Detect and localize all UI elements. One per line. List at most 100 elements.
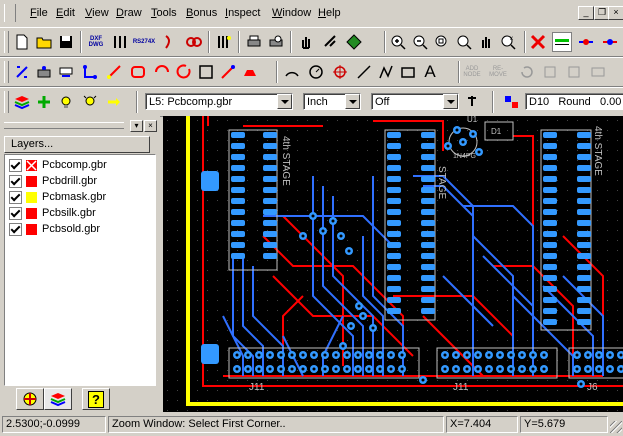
snap-settings-button[interactable] <box>462 92 482 112</box>
layer-bar-button[interactable] <box>552 32 572 52</box>
pcb-canvas[interactable]: 4th STAGE STAGE 4th STAGE J11 J11 J6 U1 … <box>163 116 623 412</box>
pan-button[interactable] <box>296 32 316 52</box>
dxf-import-button[interactable]: DXF DWG <box>86 32 106 52</box>
ic-pad <box>543 275 557 281</box>
chevron-down-icon[interactable] <box>443 94 458 109</box>
layer-visible-checkbox[interactable] <box>9 158 22 172</box>
line-tool-button[interactable] <box>354 62 374 82</box>
save-button[interactable] <box>56 32 76 52</box>
layer-visible-checkbox[interactable] <box>9 206 22 220</box>
mirror-button[interactable] <box>56 62 76 82</box>
square-button[interactable] <box>196 62 216 82</box>
circle-button[interactable] <box>174 62 194 82</box>
arc-button[interactable] <box>152 62 172 82</box>
aperture-button[interactable] <box>214 32 234 52</box>
rectangle-button[interactable] <box>398 62 418 82</box>
connect-button[interactable] <box>80 62 100 82</box>
polyline-button[interactable] <box>376 62 396 82</box>
redo-button[interactable] <box>540 62 560 82</box>
export-button[interactable] <box>184 32 204 52</box>
snap-select[interactable]: Off <box>371 93 459 110</box>
polygon-button[interactable] <box>240 62 260 82</box>
layer-color-swatch[interactable] <box>26 159 37 171</box>
menu-draw[interactable]: Draw <box>116 7 142 19</box>
minimize-button[interactable]: _ <box>578 6 594 20</box>
layer-color-swatch[interactable] <box>26 207 37 219</box>
flash-button[interactable] <box>218 62 238 82</box>
zoom-special-button[interactable]: x <box>498 32 518 52</box>
layers-header[interactable]: Layers... <box>4 136 150 153</box>
select-button[interactable] <box>12 62 32 82</box>
print-preview-button[interactable] <box>266 32 286 52</box>
pcb-drawing[interactable]: 4th STAGE STAGE 4th STAGE J11 J11 J6 U1 … <box>163 116 623 412</box>
move-button[interactable] <box>34 62 54 82</box>
layers-button[interactable] <box>12 92 32 112</box>
layer-row-pcbmask[interactable]: Pcbmask.gbr <box>9 189 106 205</box>
menu-help[interactable]: Help <box>318 7 341 19</box>
via-hole <box>246 353 250 357</box>
close-button[interactable]: × <box>608 6 623 20</box>
menu-bonus[interactable]: Bonus <box>186 7 217 19</box>
rs274x-button[interactable]: RS274X <box>133 32 155 52</box>
text-button[interactable]: A <box>420 62 440 82</box>
new-button[interactable] <box>12 32 32 52</box>
layers-stack-tab[interactable] <box>44 388 72 410</box>
layer-visible-checkbox[interactable] <box>9 174 22 188</box>
zoom-window-button[interactable] <box>432 32 452 52</box>
add-layer-button[interactable] <box>34 92 54 112</box>
menu-window[interactable]: Window <box>272 7 311 19</box>
menu-view[interactable]: View <box>85 7 109 19</box>
next-layer-button[interactable] <box>104 92 124 112</box>
dcode-display[interactable]: D10 Round 0.00 <box>525 93 623 110</box>
import-button[interactable] <box>160 32 180 52</box>
arc-ccw-button[interactable] <box>282 62 302 82</box>
layer-row-pcbsold[interactable]: Pcbsold.gbr <box>9 221 100 237</box>
rotate-button[interactable] <box>320 32 340 52</box>
layer-row-pcbcomp[interactable]: Pcbcomp.gbr <box>9 157 107 173</box>
chevron-down-icon[interactable] <box>277 94 292 109</box>
highlight-button[interactable] <box>56 92 76 112</box>
tool-b-button[interactable] <box>588 62 608 82</box>
draw-rect-button[interactable] <box>128 62 148 82</box>
layer-visible-checkbox[interactable] <box>9 222 22 236</box>
layer-color-swatch[interactable] <box>26 175 37 187</box>
panel-close-button[interactable]: × <box>144 120 157 132</box>
dcode-button[interactable] <box>502 92 522 112</box>
layer-color-swatch[interactable] <box>26 223 37 235</box>
tool-a-button[interactable] <box>564 62 584 82</box>
zoom-extents-button[interactable] <box>454 32 474 52</box>
add-node-button[interactable]: ADD NODE <box>462 62 482 82</box>
zoom-previous-button[interactable] <box>476 32 496 52</box>
remove-node-button[interactable]: RE- MOVE <box>488 62 508 82</box>
highlight-all-button[interactable] <box>80 92 100 112</box>
resize-grip[interactable] <box>610 421 622 433</box>
chevron-down-icon[interactable] <box>345 94 360 109</box>
layer-row-pcbsilk[interactable]: Pcbsilk.gbr <box>9 205 96 221</box>
net-2-button[interactable] <box>600 32 620 52</box>
menu-tools[interactable]: Tools <box>151 7 177 19</box>
draw-line-button[interactable] <box>104 62 124 82</box>
menu-inspect[interactable]: Inspect <box>225 7 260 19</box>
help-tab[interactable]: ? <box>82 388 110 410</box>
panel-tabs: ? <box>0 386 160 412</box>
panel-menu-button[interactable]: ▾ <box>130 120 143 132</box>
net-button[interactable] <box>576 32 596 52</box>
circle-center-button[interactable] <box>306 62 326 82</box>
ncdrill-button[interactable] <box>110 32 130 52</box>
drc-button[interactable] <box>528 32 548 52</box>
open-button[interactable] <box>34 32 54 52</box>
layers-tab[interactable] <box>16 388 44 410</box>
layer-color-swatch[interactable] <box>26 191 37 203</box>
layer-visible-checkbox[interactable] <box>9 190 22 204</box>
units-select[interactable]: Inch <box>303 93 361 110</box>
zoom-out-button[interactable] <box>410 32 430 52</box>
layer-select[interactable]: L5: Pcbcomp.gbr <box>145 93 293 110</box>
menu-file[interactable]: File <box>30 7 48 19</box>
menu-edit[interactable]: Edit <box>56 7 75 19</box>
print-button[interactable] <box>244 32 264 52</box>
target-button[interactable] <box>330 62 350 82</box>
undo-button[interactable] <box>516 62 536 82</box>
zoom-in-button[interactable] <box>388 32 408 52</box>
component-button[interactable] <box>344 32 364 52</box>
layer-row-pcbdrill[interactable]: Pcbdrill.gbr <box>9 173 97 189</box>
